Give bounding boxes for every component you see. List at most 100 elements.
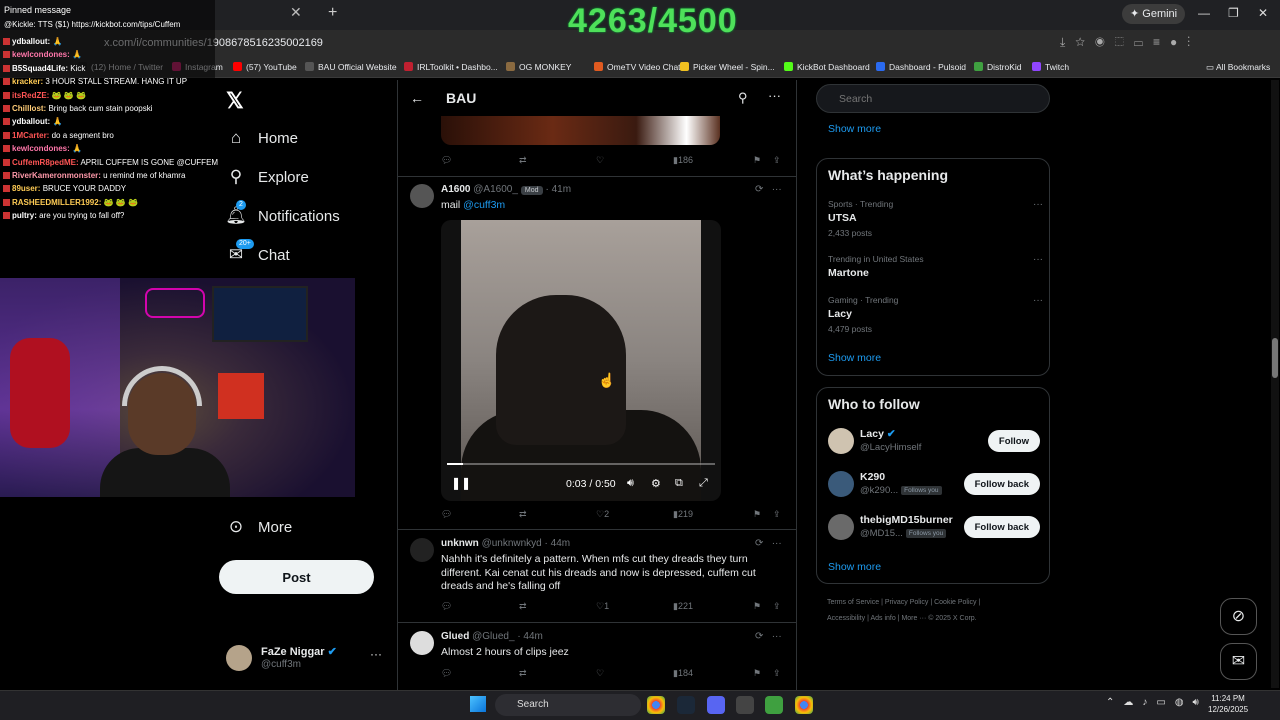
show-more-link[interactable]: Show more <box>828 352 881 364</box>
chat-username[interactable]: ydballout: <box>12 37 50 46</box>
bookmark-item[interactable]: Picker Wheel - Spin... <box>680 62 775 72</box>
more-icon[interactable]: ··· <box>768 88 781 103</box>
post-menu-icons[interactable]: ⟳ ··· <box>755 538 782 549</box>
like-icon[interactable]: ♡ 1 <box>596 601 609 612</box>
show-more-link[interactable]: Show more <box>828 123 881 135</box>
follow-suggestion[interactable]: thebigMD15burner @MD15... Follows you Fol… <box>828 514 1040 544</box>
post-button[interactable]: Post <box>219 560 374 594</box>
video-progress-bar[interactable] <box>447 463 715 465</box>
chrome-icon[interactable] <box>647 696 665 714</box>
new-tab-button[interactable]: + <box>328 4 337 22</box>
chrome-icon[interactable] <box>795 696 813 714</box>
chat-username[interactable]: pultry: <box>12 211 37 220</box>
bookmark-item[interactable]: OG MONKEY <box>506 62 571 72</box>
search-input[interactable] <box>816 84 1050 113</box>
pause-icon[interactable]: ❚❚ <box>451 476 471 490</box>
extension-icons[interactable]: ⤓☆◉⬚▭≡●⋮ <box>1060 35 1200 50</box>
chat-username[interactable]: kewlcondones: <box>12 144 70 153</box>
show-more-link[interactable]: Show more <box>828 561 881 573</box>
footer-links[interactable]: Accessibility | Ads info | More ··· © 20… <box>827 615 1057 622</box>
mention-link[interactable]: @cuff3m <box>463 199 505 211</box>
chat-username[interactable]: 1MCarter: <box>12 131 49 140</box>
like-icon[interactable]: ♡ <box>596 668 604 679</box>
chat-username[interactable]: RiverKameronmonster: <box>12 171 101 180</box>
bookmark-item[interactable]: Dashboard - Pulsoid <box>876 62 966 72</box>
discord-icon[interactable] <box>707 696 725 714</box>
follow-suggestion[interactable]: Lacy ✔ @LacyHimself Follow <box>828 428 1040 458</box>
all-bookmarks[interactable]: ▭ All Bookmarks <box>1206 62 1270 73</box>
system-tray-icons[interactable]: ⌃☁♪▭◍🔊︎ <box>1106 697 1208 708</box>
chat-username[interactable]: ydballout: <box>12 117 50 126</box>
bookmark-icon[interactable]: ⚑ <box>753 509 761 520</box>
chat-username[interactable]: kracker: <box>12 77 43 86</box>
views-icon[interactable]: ▮ 221 <box>673 601 693 612</box>
chat-username[interactable]: RASHEEDMILLER1992: <box>12 198 101 207</box>
account-more-icon[interactable]: ··· <box>370 647 382 661</box>
reply-icon[interactable]: 💬︎ <box>441 509 452 520</box>
nav-explore[interactable]: ⚲ Explore <box>226 167 309 187</box>
bookmark-icon[interactable]: ⚑ <box>753 155 761 166</box>
trend-item[interactable]: Trending in United States Martone ··· <box>828 254 1043 279</box>
trend-item[interactable]: Sports · Trending UTSA 2,433 posts ··· <box>828 199 1043 238</box>
follow-suggestion[interactable]: K290 @k290... Follows you Follow back <box>828 471 1040 501</box>
follow-back-button[interactable]: Follow back <box>963 516 1040 538</box>
reply-icon[interactable]: 💬︎ <box>441 668 452 679</box>
settings-gear-icon[interactable]: ⚙ <box>651 477 661 490</box>
nav-more[interactable]: ⊙ More <box>226 517 292 537</box>
more-icon[interactable]: ··· <box>1033 199 1043 210</box>
more-icon[interactable]: ··· <box>1033 254 1043 265</box>
views-icon[interactable]: ▮ 184 <box>673 668 693 679</box>
taskbar-search[interactable]: Search <box>495 694 641 716</box>
windows-start-icon[interactable] <box>470 696 486 712</box>
bookmark-item[interactable]: (57) YouTube <box>233 62 297 72</box>
repost-icon[interactable]: ⇄ <box>519 509 527 520</box>
views-icon[interactable]: ▮ 219 <box>673 509 693 520</box>
post-menu-icons[interactable]: ⟳ ··· <box>755 184 782 195</box>
nav-home[interactable]: ⌂ Home <box>226 128 298 148</box>
bookmark-item[interactable]: Twitch <box>1032 62 1069 72</box>
repost-icon[interactable]: ⇄ <box>519 155 527 166</box>
repost-icon[interactable]: ⇄ <box>519 601 527 612</box>
chat-username[interactable]: B5Squad4Life: <box>12 64 68 73</box>
close-window-icon[interactable]: ✕ <box>1258 6 1268 20</box>
like-icon[interactable]: ♡ <box>596 155 604 166</box>
scrollbar-thumb[interactable] <box>1272 338 1278 378</box>
volume-icon[interactable]: 🔊︎ <box>627 477 634 490</box>
chat-username[interactable]: itsRedZE: <box>12 91 49 100</box>
bookmark-item[interactable]: DistroKid <box>974 62 1021 72</box>
chat-username[interactable]: kewlcondones: <box>12 50 70 59</box>
follow-back-button[interactable]: Follow back <box>963 473 1040 495</box>
obs-icon[interactable] <box>736 696 754 714</box>
search-icon[interactable]: ⚲ <box>738 90 748 106</box>
video-player[interactable]: ❚❚ 0:03 / 0:50 🔊︎ ⚙ ⧉ ⤢ <box>441 220 721 501</box>
like-icon[interactable]: ♡ 2 <box>596 509 609 520</box>
fullscreen-icon[interactable]: ⤢ <box>699 477 708 490</box>
nav-chat[interactable]: ✉ 20+ Chat <box>226 239 290 265</box>
follow-button[interactable]: Follow <box>987 430 1040 452</box>
bookmark-icon[interactable]: ⚑ <box>753 601 761 612</box>
close-tab-icon[interactable]: ✕ <box>290 4 320 26</box>
pip-icon[interactable]: ⧉ <box>675 477 683 490</box>
reply-icon[interactable]: 💬︎ <box>441 601 452 612</box>
bookmark-item[interactable]: BAU Official Website <box>305 62 397 72</box>
app-icon[interactable] <box>765 696 783 714</box>
share-icon[interactable]: ⇪ <box>773 509 781 520</box>
share-icon[interactable]: ⇪ <box>773 668 781 679</box>
minimize-icon[interactable]: — <box>1198 6 1210 20</box>
clock[interactable]: 11:24 PM 12/26/2025 <box>1208 693 1248 715</box>
messages-icon[interactable]: ✉ <box>1220 643 1257 680</box>
account-switcher[interactable]: FaZe Niggar ✔ @cuff3m ··· <box>226 643 386 673</box>
trend-item[interactable]: Gaming · Trending Lacy 4,479 posts ··· <box>828 295 1043 334</box>
footer-links[interactable]: Terms of Service | Privacy Policy | Cook… <box>827 599 1057 606</box>
chat-username[interactable]: CuffemR8pedME: <box>12 158 79 167</box>
nav-notifications[interactable]: 🔔︎ 2 Notifications <box>225 200 340 226</box>
repost-icon[interactable]: ⇄ <box>519 668 527 679</box>
share-icon[interactable]: ⇪ <box>773 601 781 612</box>
steam-icon[interactable] <box>677 696 695 714</box>
grok-icon[interactable]: ⊘ <box>1220 598 1257 635</box>
bookmark-item[interactable]: IRLToolkit • Dashbo... <box>404 62 498 72</box>
bookmark-item[interactable]: OmeTV Video Chat... <box>594 62 688 72</box>
chat-username[interactable]: Chilllost: <box>12 104 46 113</box>
media-image[interactable] <box>441 116 720 145</box>
chat-username[interactable]: 89user: <box>12 184 40 193</box>
